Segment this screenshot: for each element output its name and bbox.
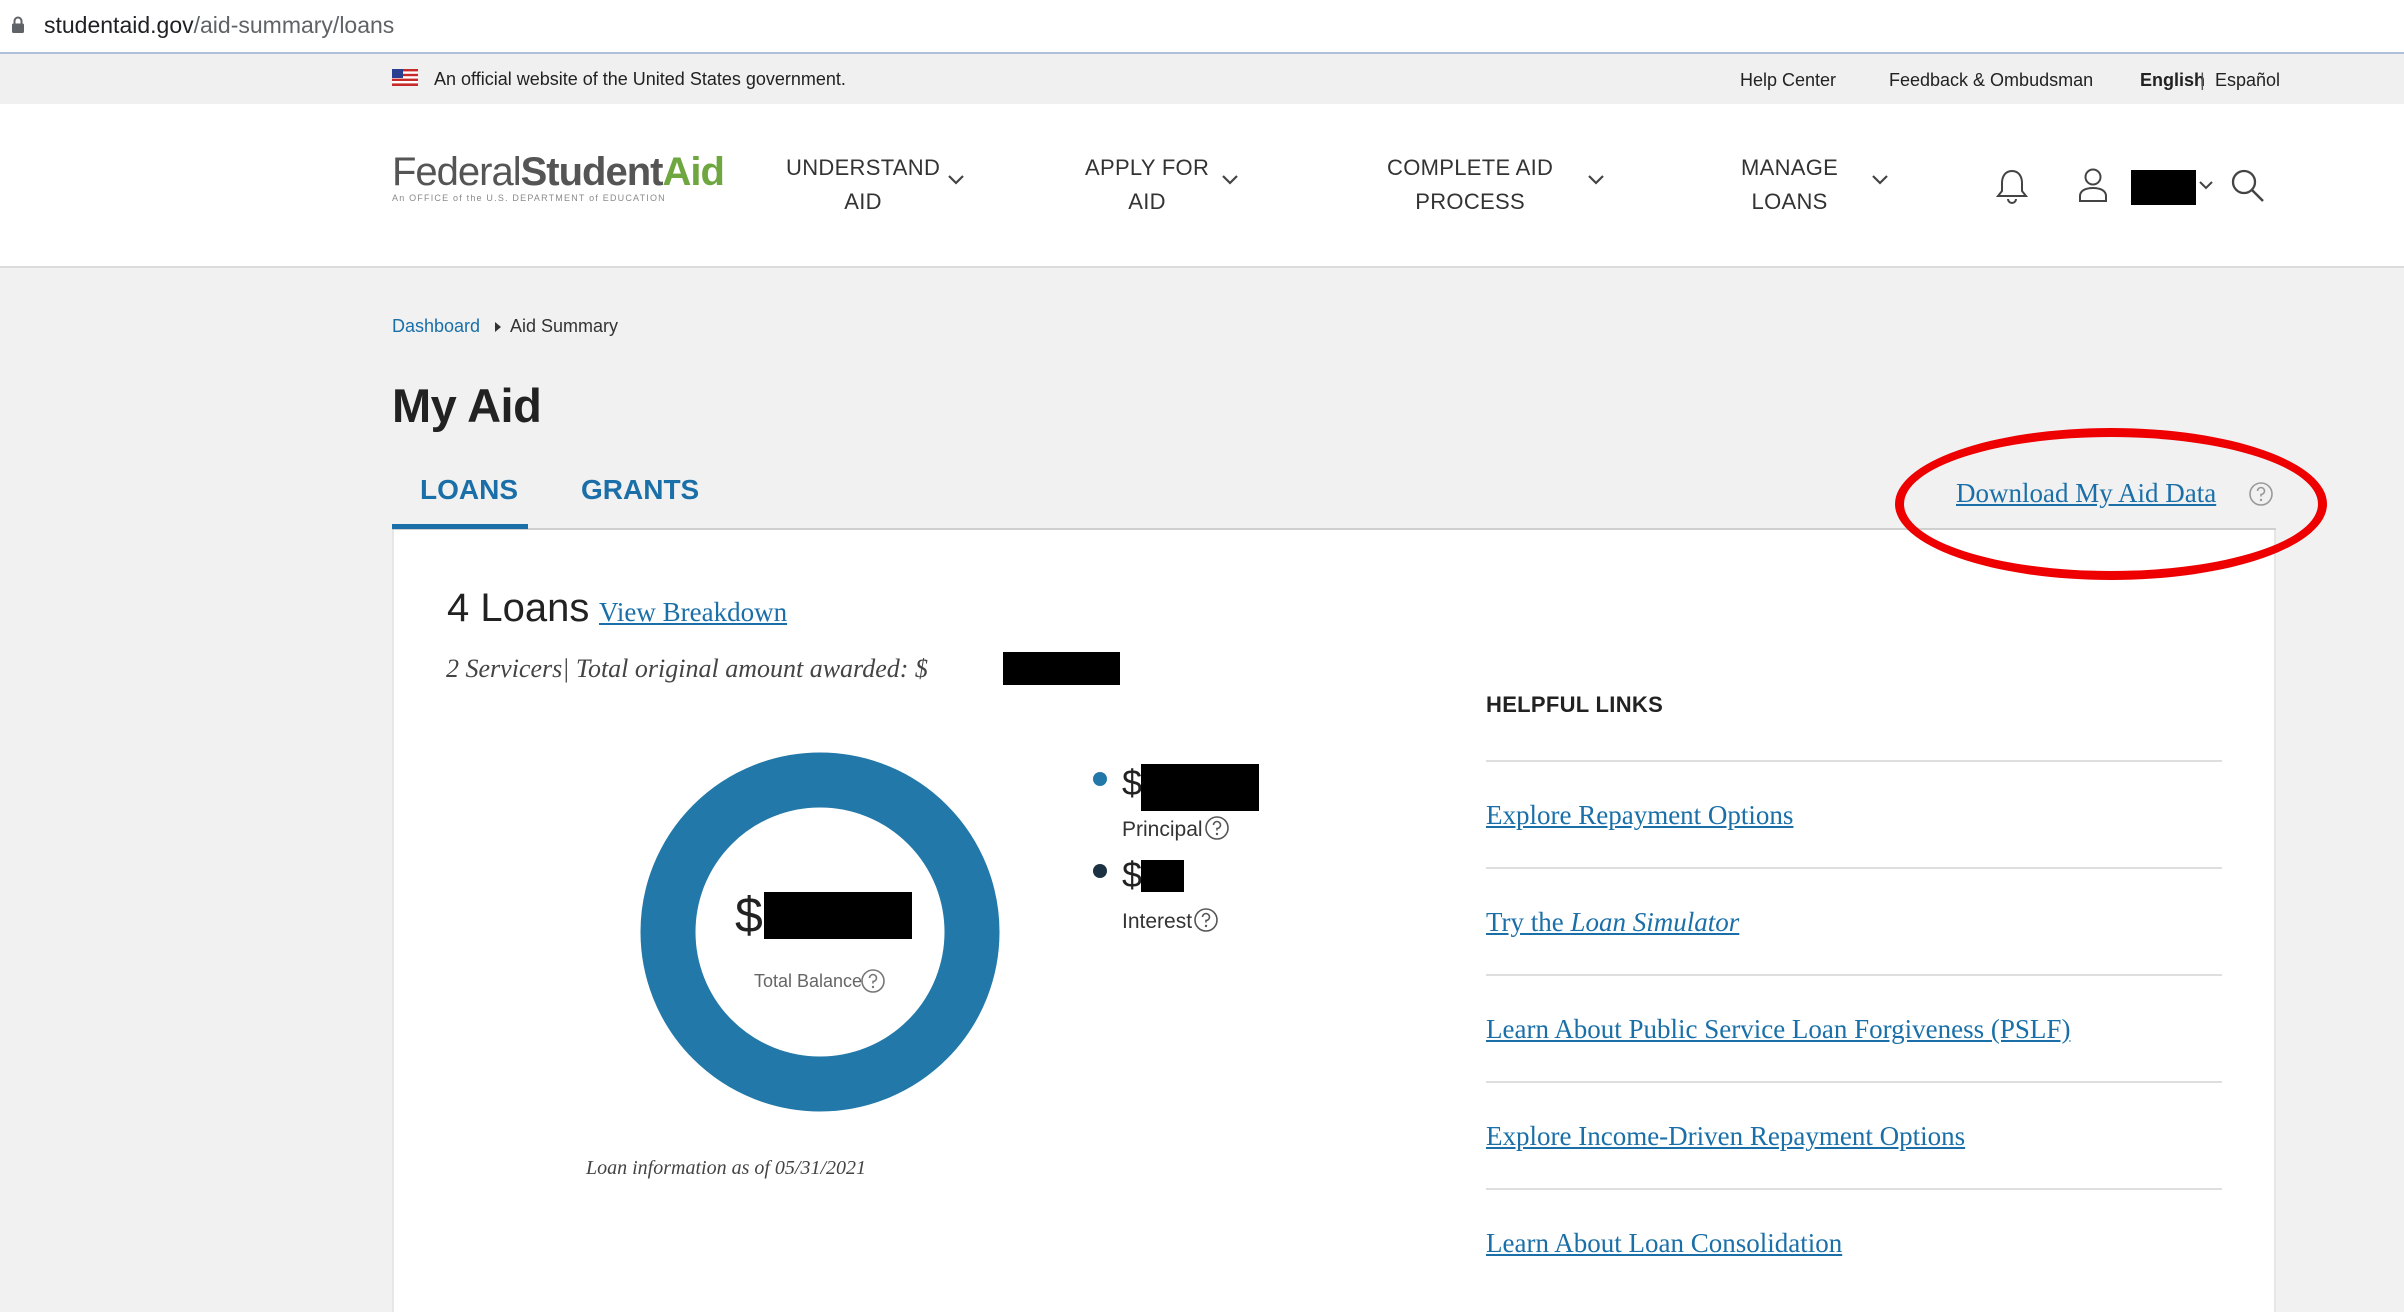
link-loan-simulator[interactable]: Try the Loan Simulator — [1486, 907, 1739, 938]
nav-understand-line1: UNDERSTAND — [786, 155, 941, 180]
nav-complete-line2: PROCESS — [1415, 189, 1525, 214]
search-icon[interactable] — [2230, 168, 2266, 204]
principal-label: Principal — [1122, 818, 1203, 841]
logo-aid: Aid — [662, 150, 725, 194]
interest-label: Interest — [1122, 910, 1193, 933]
url-text[interactable]: studentaid.gov/aid-summary/loans — [44, 12, 394, 39]
bell-icon[interactable] — [1995, 168, 2029, 204]
loan-count: 4 Loans — [447, 586, 590, 630]
chevron-down-icon[interactable] — [947, 174, 965, 186]
logo-federal: Federal — [392, 150, 522, 194]
logo-student: Student — [520, 150, 664, 194]
nav-understand-aid[interactable]: UNDERSTAND AID — [786, 151, 940, 219]
nav-apply-line2: AID — [1128, 189, 1166, 214]
nav-manage-loans[interactable]: MANAGE LOANS — [1741, 151, 1838, 219]
chevron-down-icon[interactable] — [1221, 174, 1239, 186]
breadcrumb-dashboard[interactable]: Dashboard — [392, 316, 480, 337]
view-breakdown-link[interactable]: View Breakdown — [599, 597, 787, 628]
language-espanol[interactable]: Español — [2215, 70, 2280, 91]
divider — [1486, 1188, 2222, 1190]
interest-currency: $ — [1122, 854, 1143, 895]
link-income-driven-repayment[interactable]: Explore Income-Driven Repayment Options — [1486, 1121, 1965, 1152]
us-flag-icon — [392, 69, 418, 86]
loan-info-as-of: Loan information as of 05/31/2021 — [586, 1157, 867, 1179]
chevron-down-icon[interactable] — [2198, 180, 2214, 192]
question-circle-icon[interactable] — [860, 968, 886, 994]
total-balance-currency: $ — [735, 887, 763, 943]
active-tab-indicator — [392, 524, 528, 529]
nav-manage-line2: LOANS — [1751, 189, 1828, 214]
redacted-principal — [1141, 764, 1259, 811]
chevron-down-icon[interactable] — [1871, 174, 1889, 186]
principal-legend-dot — [1093, 772, 1107, 786]
nav-apply-for-aid[interactable]: APPLY FOR AID — [1085, 151, 1209, 219]
divider — [1486, 1081, 2222, 1083]
nav-complete-line1: COMPLETE AID — [1387, 155, 1554, 180]
divider — [1486, 974, 2222, 976]
interest-legend-dot — [1093, 864, 1107, 878]
breadcrumb-arrow-icon — [495, 322, 501, 332]
annotation-highlight-ellipse — [1895, 428, 2327, 580]
redacted-interest — [1141, 860, 1184, 892]
link-loan-simulator-prefix: Try the — [1486, 907, 1571, 937]
lock-icon — [12, 16, 24, 33]
question-circle-icon[interactable] — [1193, 907, 1219, 933]
chevron-down-icon[interactable] — [1587, 174, 1605, 186]
divider — [1486, 760, 2222, 762]
nav-apply-line1: APPLY FOR — [1085, 155, 1210, 180]
question-circle-icon[interactable] — [1204, 815, 1230, 841]
link-loan-simulator-italic: Loan Simulator — [1570, 907, 1740, 937]
link-loan-consolidation[interactable]: Learn About Loan Consolidation — [1486, 1228, 1842, 1259]
principal-currency: $ — [1122, 762, 1143, 803]
redacted-total-awarded — [1003, 652, 1120, 685]
nav-manage-line1: MANAGE — [1741, 155, 1839, 180]
link-explore-repayment-options[interactable]: Explore Repayment Options — [1486, 800, 1793, 831]
divider — [1486, 867, 2222, 869]
federal-student-aid-logo[interactable]: FederalStudentAid An OFFICE of the U.S. … — [392, 150, 725, 203]
link-learn-about-pslf[interactable]: Learn About Public Service Loan Forgiven… — [1486, 1014, 2070, 1045]
gov-banner-text: An official website of the United States… — [434, 69, 846, 89]
breadcrumb-current: Aid Summary — [510, 316, 619, 336]
redacted-total-balance — [764, 892, 912, 939]
total-balance-label: Total Balance — [754, 971, 863, 991]
nav-understand-line2: AID — [844, 189, 882, 214]
logo-tagline: An OFFICE of the U.S. DEPARTMENT of EDUC… — [392, 193, 666, 203]
feedback-ombudsman-link[interactable]: Feedback & Ombudsman — [1889, 70, 2093, 91]
browser-address-bar[interactable]: studentaid.gov/aid-summary/loans — [0, 0, 2404, 54]
url-domain: studentaid.gov — [44, 12, 194, 38]
language-english[interactable]: English — [2140, 70, 2205, 91]
language-separator: | — [2200, 70, 2205, 90]
url-path: /aid-summary/loans — [193, 12, 395, 38]
nav-complete-aid-process[interactable]: COMPLETE AID PROCESS — [1387, 151, 1553, 219]
tab-loans[interactable]: LOANS — [420, 474, 518, 506]
page-title: My Aid — [392, 379, 542, 432]
helpful-links-heading: HELPFUL LINKS — [1486, 692, 1664, 717]
tab-grants[interactable]: GRANTS — [581, 474, 699, 506]
servicers-summary: 2 Servicers| Total original amount award… — [446, 654, 928, 683]
help-center-link[interactable]: Help Center — [1740, 70, 1836, 91]
user-icon[interactable] — [2076, 166, 2110, 204]
redacted-username — [2131, 170, 2196, 205]
